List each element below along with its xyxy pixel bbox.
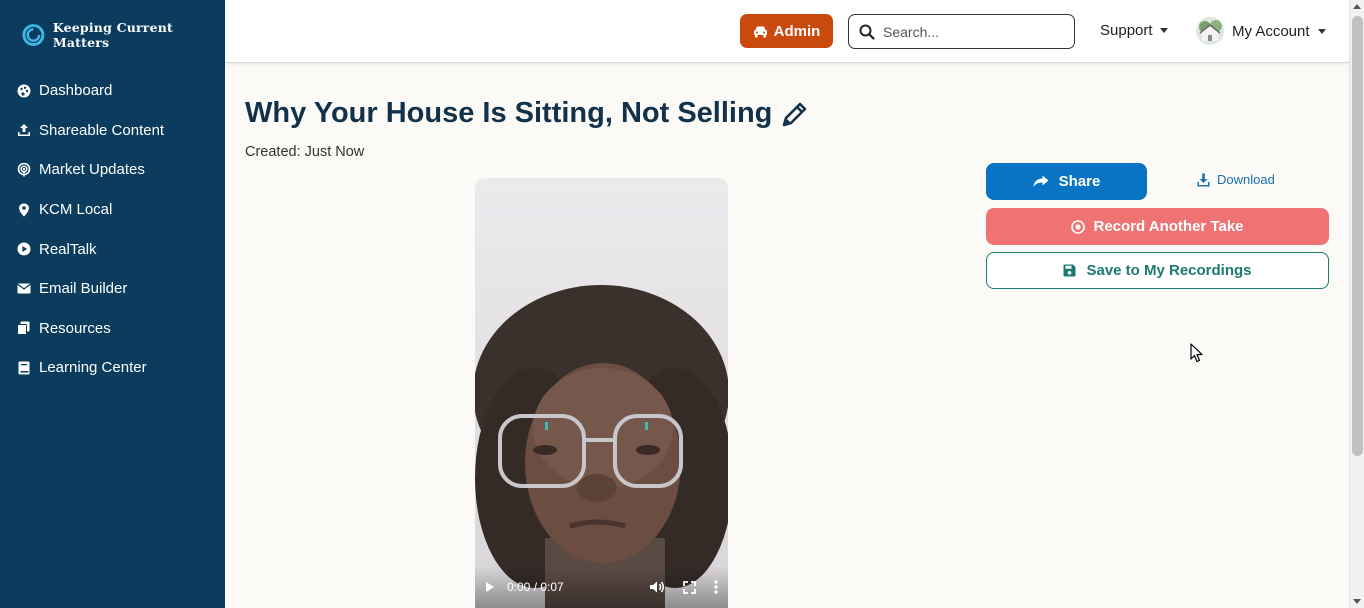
record-label: Record Another Take xyxy=(1093,218,1244,235)
floppy-disk-icon xyxy=(1063,264,1076,277)
video-frame-image xyxy=(475,178,728,608)
sidebar-item-label: KCM Local xyxy=(39,201,113,219)
car-icon xyxy=(753,26,767,37)
sidebar-item-resources[interactable]: Resources xyxy=(0,309,225,349)
created-timestamp: Created: Just Now xyxy=(245,144,365,160)
video-controls: 0:00 / 0:07 xyxy=(475,566,728,608)
sidebar-item-label: Resources xyxy=(39,319,111,337)
video-player[interactable]: 0:00 / 0:07 xyxy=(475,178,728,608)
record-another-take-button[interactable]: Record Another Take xyxy=(986,208,1329,245)
share-button[interactable]: Share xyxy=(986,163,1147,200)
copy-icon xyxy=(16,321,31,336)
sidebar-item-market-updates[interactable]: Market Updates xyxy=(0,150,225,190)
play-icon[interactable] xyxy=(485,581,495,593)
save-to-my-recordings-button[interactable]: Save to My Recordings xyxy=(986,252,1329,289)
map-pin-icon xyxy=(16,202,31,217)
share-label: Share xyxy=(1058,173,1101,190)
palette-icon xyxy=(16,83,31,98)
top-bar: Admin Support My Account xyxy=(225,0,1349,63)
volume-icon[interactable] xyxy=(649,580,665,594)
upload-icon xyxy=(16,123,31,138)
sidebar-item-realtalk[interactable]: RealTalk xyxy=(0,229,225,269)
scroll-down-arrow-icon[interactable] xyxy=(1353,599,1361,604)
search-input[interactable] xyxy=(883,23,1063,40)
scroll-thumb[interactable] xyxy=(1352,16,1363,456)
save-label: Save to My Recordings xyxy=(1086,262,1252,279)
sidebar-item-label: Shareable Content xyxy=(39,121,165,139)
my-account-menu[interactable]: My Account xyxy=(1196,17,1326,45)
admin-label: Admin xyxy=(773,22,821,40)
sidebar-item-learning-center[interactable]: Learning Center xyxy=(0,348,225,388)
sidebar-item-label: RealTalk xyxy=(39,240,97,258)
avatar xyxy=(1196,17,1224,45)
support-label: Support xyxy=(1100,22,1153,39)
share-arrow-icon xyxy=(1033,175,1049,187)
support-menu[interactable]: Support xyxy=(1100,22,1168,39)
sidebar-item-label: Dashboard xyxy=(39,82,113,100)
mouse-cursor-icon xyxy=(1190,343,1203,363)
sidebar: Keeping Current Matters Dashboard Sharea… xyxy=(0,0,225,608)
chevron-down-icon xyxy=(1317,28,1326,34)
sidebar-item-label: Market Updates xyxy=(39,161,145,179)
sidebar-item-label: Learning Center xyxy=(39,359,147,377)
sidebar-item-kcm-local[interactable]: KCM Local xyxy=(0,190,225,230)
page-scrollbar[interactable] xyxy=(1349,0,1364,608)
sidebar-item-label: Email Builder xyxy=(39,280,128,298)
download-label: Download xyxy=(1217,172,1275,187)
envelope-icon xyxy=(16,281,31,296)
scroll-up-arrow-icon[interactable] xyxy=(1353,4,1361,9)
sidebar-item-email-builder[interactable]: Email Builder xyxy=(0,269,225,309)
play-circle-icon xyxy=(16,242,31,257)
video-time: 0:00 / 0:07 xyxy=(507,580,564,594)
chevron-down-icon xyxy=(1159,28,1168,33)
search-icon xyxy=(859,24,875,40)
sidebar-item-dashboard[interactable]: Dashboard xyxy=(0,71,225,111)
download-icon xyxy=(1197,173,1210,186)
brand-logo[interactable]: Keeping Current Matters xyxy=(22,20,225,50)
sidebar-nav: Dashboard Shareable Content Market Updat… xyxy=(0,71,225,388)
book-icon xyxy=(16,360,31,375)
page-title: Why Your House Is Sitting, Not Selling xyxy=(245,97,773,129)
brand-name: Keeping Current Matters xyxy=(52,20,173,50)
pencil-edit-icon[interactable] xyxy=(780,99,810,129)
search-box[interactable] xyxy=(848,14,1075,49)
my-account-label: My Account xyxy=(1232,22,1310,40)
download-link[interactable]: Download xyxy=(1197,172,1275,187)
fullscreen-icon[interactable] xyxy=(683,580,696,594)
sidebar-item-shareable-content[interactable]: Shareable Content xyxy=(0,111,225,151)
record-icon xyxy=(1071,219,1086,234)
title-row: Why Your House Is Sitting, Not Selling xyxy=(245,97,810,130)
more-options-icon[interactable] xyxy=(714,580,718,594)
podcast-icon xyxy=(16,162,31,177)
admin-button[interactable]: Admin xyxy=(740,14,833,48)
kcm-logo-icon xyxy=(22,24,45,46)
